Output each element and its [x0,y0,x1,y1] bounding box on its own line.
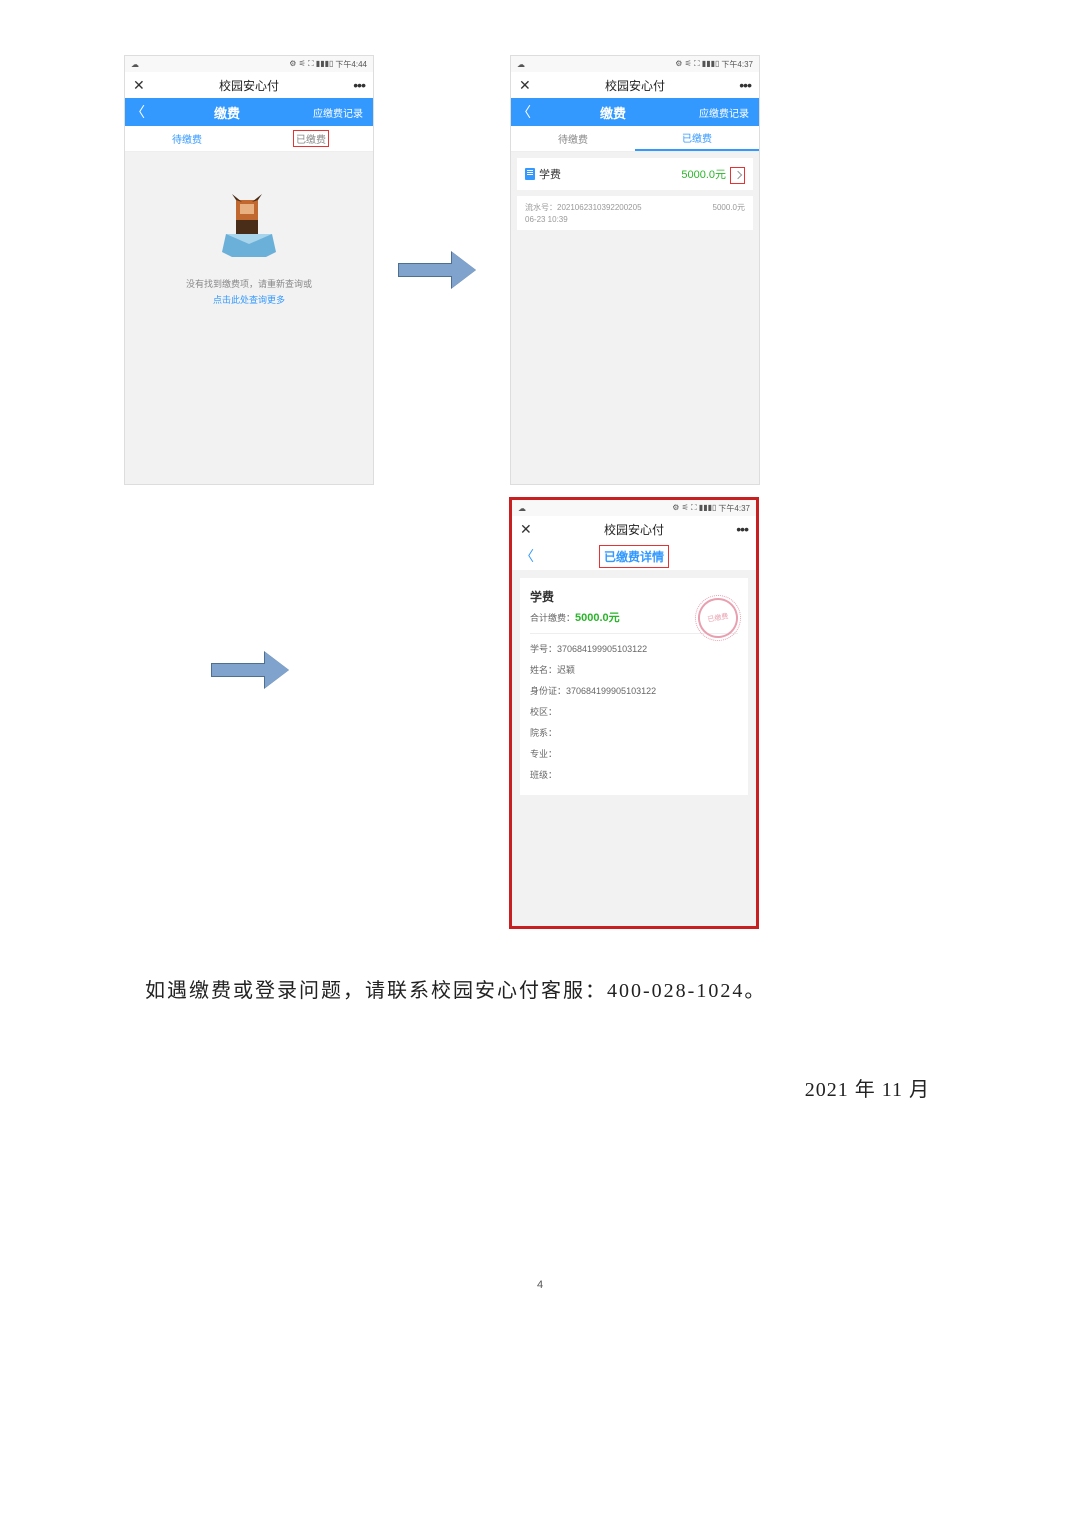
status-time: 下午4:37 [721,59,753,70]
more-icon[interactable]: ••• [739,77,751,93]
document-icon [525,168,535,180]
row-student-id: 学号：370684199905103122 [530,638,738,659]
tabs: 待缴费 已缴费 [125,126,373,152]
page-header: 〈 缴费 应缴费记录 [125,98,373,126]
phone-paid-list: ☁ ⚙ ⚟ ⛶ ▮▮▮▯ 下午4:37 ✕ 校园安心付 ••• 〈 缴费 应缴费… [510,55,760,485]
status-cloud-icon: ☁ [518,504,526,513]
serial-label: 流水号：2021062310392200205 [525,202,642,213]
close-icon[interactable]: ✕ [519,77,531,94]
total-amount: 5000.0元 [575,612,620,624]
phone-detail: ☁ ⚙ ⚟ ⛶ ▮▮▮▯ 下午4:37 ✕ 校园安心付 ••• 〈 已缴费详情 … [509,497,759,929]
tab-paid[interactable]: 已缴费 [635,126,759,151]
row-id-card: 身份证：370684199905103122 [530,680,738,701]
row-major: 专业： [530,743,738,764]
fee-amount: 5000.0元 [681,169,726,181]
fee-detail-row: 流水号：2021062310392200205 06-23 10:39 5000… [517,196,753,230]
paid-stamp-icon: 已缴费 [695,595,741,641]
fee-name: 学费 [539,166,561,182]
close-icon[interactable]: ✕ [520,521,532,538]
chevron-right-icon [734,171,742,179]
status-bar: ☁ ⚙ ⚟ ⛶ ▮▮▮▯ 下午4:37 [511,56,759,72]
row-class: 班级： [530,764,738,785]
status-time: 下午4:44 [335,59,367,70]
detail-title: 已缴费详情 [599,545,669,568]
record-link[interactable]: 应缴费记录 [689,105,759,120]
content-area: 没有找到缴费项，请重新查询或 点击此处查询更多 [125,152,373,484]
status-bar: ☁ ⚙ ⚟ ⛶ ▮▮▮▯ 下午4:44 [125,56,373,72]
tab-paid[interactable]: 已缴费 [249,126,373,151]
row-name: 姓名：迟颖 [530,659,738,680]
back-icon[interactable]: 〈 [125,102,151,122]
status-cloud-icon: ☁ [131,60,139,69]
fox-mascot-icon [214,192,284,262]
fee-item[interactable]: 学费 5000.0元 [517,158,753,190]
app-title: 校园安心付 [605,77,665,94]
status-icons: ⚙ ⚟ ⛶ ▮▮▮▯ [672,503,716,514]
status-time: 下午4:37 [718,503,750,514]
status-cloud-icon: ☁ [517,60,525,69]
tab-pending[interactable]: 待缴费 [125,126,249,151]
row-department: 院系： [530,722,738,743]
date-text: 2021 年 11 月 [805,1073,930,1102]
tabs: 待缴费 已缴费 [511,126,759,152]
content-area: 学费 5000.0元 流水号：2021062310392200205 06-23… [511,152,759,484]
detail-header: 〈 已缴费详情 [512,542,756,570]
help-text: 如遇缴费或登录问题，请联系校园安心付客服：400-028-1024。 [145,974,766,1003]
highlight-box [730,167,745,184]
tab-pending[interactable]: 待缴费 [511,126,635,151]
page-title: 缴费 [151,103,303,122]
app-title: 校园安心付 [604,521,664,538]
empty-link[interactable]: 点击此处查询更多 [125,293,373,306]
arrow-right-icon [398,250,478,290]
window-title-bar: ✕ 校园安心付 ••• [125,72,373,98]
serial-time: 06-23 10:39 [525,215,642,224]
back-icon[interactable]: 〈 [512,546,542,566]
serial-amount: 5000.0元 [713,202,745,224]
page-title: 缴费 [537,103,689,122]
record-link[interactable]: 应缴费记录 [303,105,373,120]
back-icon[interactable]: 〈 [511,102,537,122]
empty-text-1: 没有找到缴费项，请重新查询或 [125,277,373,290]
highlight-box: 已缴费 [293,130,329,147]
total-label: 合计缴费： [530,613,575,623]
app-title: 校园安心付 [219,77,279,94]
row-campus: 校区： [530,701,738,722]
page-header: 〈 缴费 应缴费记录 [511,98,759,126]
detail-card: 已缴费 学费 合计缴费：5000.0元 学号：37068419990510312… [520,578,748,795]
more-icon[interactable]: ••• [736,521,748,537]
phone-empty-state: ☁ ⚙ ⚟ ⛶ ▮▮▮▯ 下午4:44 ✕ 校园安心付 ••• 〈 缴费 应缴费… [124,55,374,485]
window-title-bar: ✕ 校园安心付 ••• [511,72,759,98]
more-icon[interactable]: ••• [353,77,365,93]
status-icons: ⚙ ⚟ ⛶ ▮▮▮▯ [289,59,333,70]
window-title-bar: ✕ 校园安心付 ••• [512,516,756,542]
arrow-right-icon [211,650,291,690]
page-number: 4 [0,1279,1080,1291]
content-area: 已缴费 学费 合计缴费：5000.0元 学号：37068419990510312… [512,570,756,926]
status-icons: ⚙ ⚟ ⛶ ▮▮▮▯ [675,59,719,70]
status-bar: ☁ ⚙ ⚟ ⛶ ▮▮▮▯ 下午4:37 [512,500,756,516]
close-icon[interactable]: ✕ [133,77,145,94]
